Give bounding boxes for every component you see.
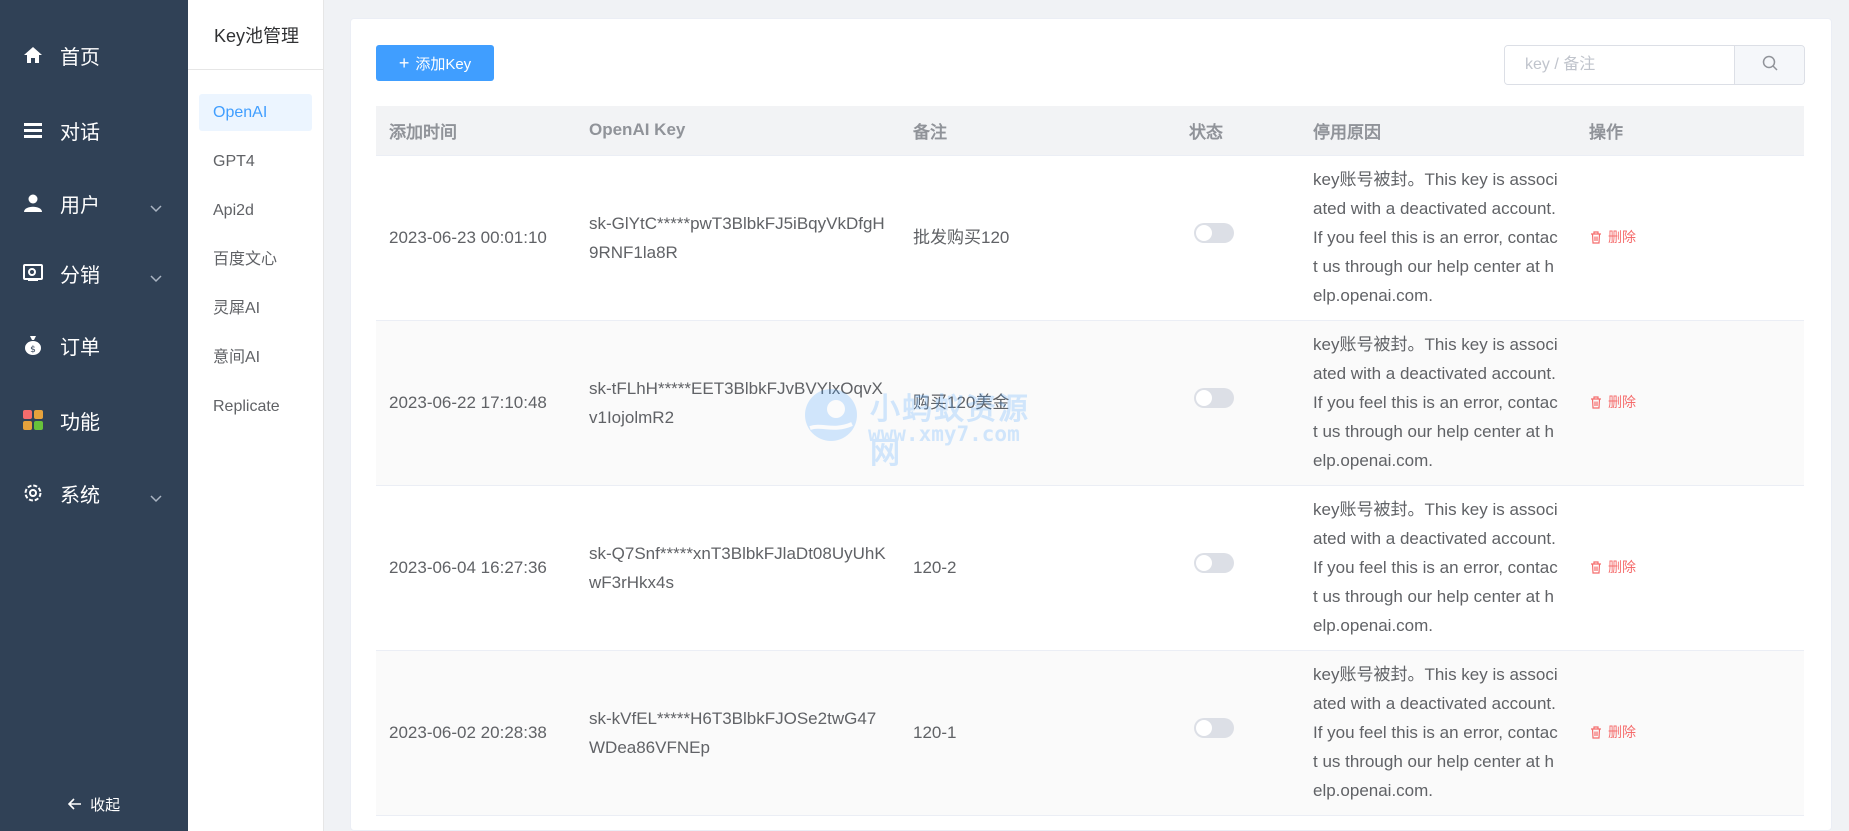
cell-actions: 删除 — [1576, 650, 1804, 815]
cell-time: 2023-06-23 00:01:10 — [389, 228, 547, 247]
header-openai-key: OpenAI Key — [576, 106, 900, 156]
nav-item-home[interactable]: 首页 — [0, 25, 188, 85]
cell-reason: key账号被封。This key is associated with a de… — [1313, 335, 1558, 470]
nav-label: 订单 — [60, 336, 100, 359]
cell-actions: 删除 — [1576, 320, 1804, 485]
cell-time: 2023-06-22 17:10:48 — [389, 393, 547, 412]
home-icon — [22, 44, 44, 66]
distribution-icon — [22, 262, 44, 284]
nav-label: 系统 — [60, 484, 100, 507]
nav-item-features[interactable]: 功能 — [0, 390, 188, 450]
key-list-card: + 添加Key 添加时间 OpenAI Key 备注 状态 停用原因 操作 — [350, 18, 1832, 831]
nav-label: 对话 — [60, 121, 100, 144]
cell-status — [1176, 320, 1300, 485]
table-row: 2023-06-02 20:28:38 sk-kVfEL*****H6T3Blb… — [376, 650, 1804, 815]
collapse-button[interactable]: 收起 — [0, 794, 188, 815]
search-icon — [1762, 55, 1778, 76]
cell-status — [1176, 650, 1300, 815]
cell-key: sk-Q7Snf*****xnT3BlbkFJlaDt08UyUhKwF3rHk… — [589, 543, 886, 592]
status-toggle[interactable] — [1194, 388, 1234, 408]
subnav-item-yijian-ai[interactable]: 意间AI — [199, 339, 312, 376]
chevron-down-icon — [150, 267, 162, 290]
cell-reason: key账号被封。This key is associated with a de… — [1313, 665, 1558, 800]
cell-reason: key账号被封。This key is associated with a de… — [1313, 170, 1558, 305]
header-actions: 操作 — [1576, 106, 1804, 156]
keys-table: 添加时间 OpenAI Key 备注 状态 停用原因 操作 2023-06-23… — [376, 106, 1804, 816]
delete-button[interactable]: 删除 — [1590, 223, 1636, 252]
table-row: 2023-06-04 16:27:36 sk-Q7Snf*****xnT3Blb… — [376, 485, 1804, 650]
cell-key: sk-tFLhH*****EET3BlbkFJvBVYlxOqvXv1Iojol… — [589, 378, 883, 427]
cell-status — [1176, 485, 1300, 650]
subnav-item-openai[interactable]: OpenAI — [199, 94, 312, 131]
subnav-item-api2d[interactable]: Api2d — [199, 192, 312, 229]
subnav-item-baidu-wenxin[interactable]: 百度文心 — [199, 241, 312, 278]
nav-label: 功能 — [60, 411, 100, 434]
chevron-down-icon — [150, 487, 162, 510]
nav-item-chat[interactable]: 对话 — [0, 100, 188, 160]
user-icon — [22, 192, 44, 214]
delete-button[interactable]: 删除 — [1590, 718, 1636, 747]
list-icon — [22, 119, 44, 141]
cell-reason: key账号被封。This key is associated with a de… — [1313, 500, 1558, 635]
chevron-down-icon — [150, 197, 162, 220]
delete-button[interactable]: 删除 — [1590, 553, 1636, 582]
delete-label: 删除 — [1608, 558, 1636, 575]
status-toggle[interactable] — [1194, 553, 1234, 573]
table-header-row: 添加时间 OpenAI Key 备注 状态 停用原因 操作 — [376, 106, 1804, 156]
cell-status — [1176, 155, 1300, 320]
status-toggle[interactable] — [1194, 718, 1234, 738]
header-disable-reason: 停用原因 — [1300, 106, 1576, 156]
plus-icon: + — [398, 53, 410, 73]
cell-key: sk-kVfEL*****H6T3BlbkFJOSe2twG47WDea86VF… — [589, 708, 877, 757]
trash-icon — [1591, 560, 1601, 574]
header-note: 备注 — [900, 106, 1176, 156]
cell-time: 2023-06-04 16:27:36 — [389, 558, 547, 577]
status-toggle[interactable] — [1194, 223, 1234, 243]
cell-note: 120-1 — [913, 723, 957, 742]
sidebar: 首页 对话 用户 分销 $ 订单 功能 系统 收起 — [0, 0, 188, 831]
subnav-item-replicate[interactable]: Replicate — [199, 388, 312, 425]
cell-actions: 删除 — [1576, 485, 1804, 650]
delete-label: 删除 — [1608, 723, 1636, 740]
nav-label: 首页 — [60, 46, 100, 69]
cell-note: 120-2 — [913, 558, 957, 577]
cell-actions: 删除 — [1576, 155, 1804, 320]
svg-text:$: $ — [30, 345, 36, 355]
collapse-label: 收起 — [90, 797, 121, 814]
cell-note: 购买120美金 — [913, 393, 1010, 412]
trash-icon — [1591, 230, 1601, 244]
money-bag-icon: $ — [22, 334, 44, 356]
cell-time: 2023-06-02 20:28:38 — [389, 723, 547, 742]
cell-note: 批发购买120 — [913, 228, 1010, 247]
cell-key: sk-GlYtC*****pwT3BlbkFJ5iBqyVkDfgH9RNF1l… — [589, 213, 885, 262]
trash-icon — [1591, 725, 1601, 739]
subnav-item-gpt4[interactable]: GPT4 — [199, 143, 312, 180]
subnav-title: Key池管理 — [188, 0, 323, 70]
search-box — [1504, 45, 1805, 85]
table-row: 2023-06-23 00:01:10 sk-GlYtC*****pwT3Blb… — [376, 155, 1804, 320]
nav-label: 用户 — [60, 194, 100, 217]
delete-label: 删除 — [1608, 228, 1636, 245]
delete-label: 删除 — [1608, 393, 1636, 410]
nav-item-distribution[interactable]: 分销 — [0, 243, 188, 303]
table-row: 2023-06-22 17:10:48 sk-tFLhH*****EET3Blb… — [376, 320, 1804, 485]
add-key-button[interactable]: + 添加Key — [376, 45, 494, 81]
add-key-label: 添加Key — [415, 55, 472, 73]
search-input[interactable] — [1505, 46, 1734, 84]
nav-item-system[interactable]: 系统 — [0, 463, 188, 523]
nav-label: 分销 — [60, 264, 100, 287]
gear-icon — [22, 482, 44, 504]
apps-icon — [22, 409, 44, 431]
search-button[interactable] — [1734, 46, 1804, 84]
delete-button[interactable]: 删除 — [1590, 388, 1636, 417]
nav-item-orders[interactable]: $ 订单 — [0, 315, 188, 375]
subnav-item-lingxi-ai[interactable]: 灵犀AI — [199, 290, 312, 327]
trash-icon — [1591, 395, 1601, 409]
arrow-left-icon — [67, 797, 82, 814]
header-status: 状态 — [1176, 106, 1300, 156]
nav-item-users[interactable]: 用户 — [0, 173, 188, 233]
key-pool-subnav: Key池管理 OpenAI GPT4 Api2d 百度文心 灵犀AI 意间AI … — [188, 0, 324, 831]
header-add-time: 添加时间 — [376, 106, 576, 156]
